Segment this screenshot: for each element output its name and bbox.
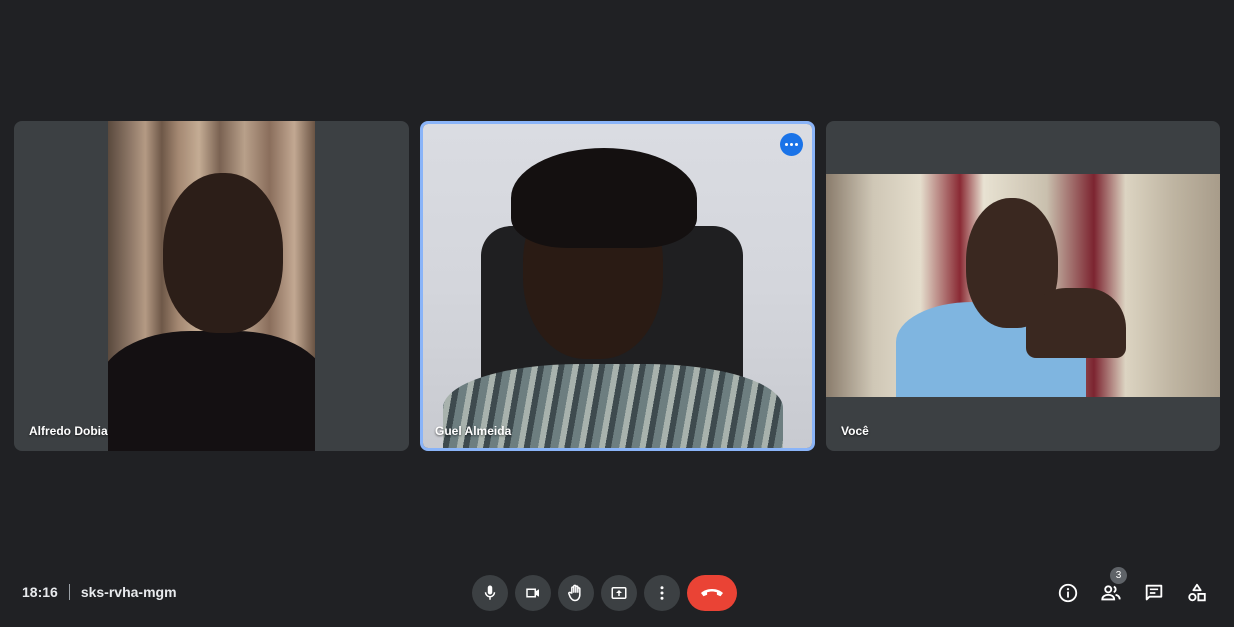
dot-icon [785, 143, 788, 146]
people-icon [1101, 585, 1121, 601]
participant-name: Você [841, 424, 869, 438]
raise-hand-button[interactable] [558, 575, 594, 611]
microphone-button[interactable] [472, 575, 508, 611]
more-options-button[interactable] [644, 575, 680, 611]
participant-name: Alfredo Dobia [29, 424, 108, 438]
meeting-time: 18:16 [22, 584, 58, 600]
hand-icon [568, 584, 581, 602]
chat-button[interactable] [1139, 580, 1169, 606]
tile-more-options-button[interactable] [780, 133, 803, 156]
chat-icon [1145, 584, 1163, 601]
leave-call-button[interactable] [687, 575, 737, 611]
people-button[interactable]: 3 [1096, 567, 1127, 606]
person-torso [108, 331, 315, 451]
participant-count-badge: 3 [1110, 567, 1127, 584]
meeting-code: sks-rvha-mgm [80, 584, 177, 600]
more-vert-icon [660, 586, 664, 600]
participant-video [423, 124, 812, 448]
divider [68, 584, 70, 600]
participant-video [108, 121, 315, 451]
person-arm [1026, 288, 1126, 358]
participant-tile-self[interactable]: Você [826, 121, 1220, 451]
present-screen-button[interactable] [601, 575, 637, 611]
meet-window: Alfredo Dobia Guel Almeida Você 18:16 sk… [0, 0, 1234, 627]
meeting-details-button[interactable] [1053, 580, 1083, 606]
hang-up-icon [701, 589, 723, 597]
person-head [163, 173, 283, 333]
meeting-info: 18:16 sks-rvha-mgm [22, 584, 177, 600]
participant-video [826, 174, 1220, 397]
person-hair [511, 148, 697, 248]
participant-name: Guel Almeida [435, 424, 512, 438]
participant-tile-guel[interactable]: Guel Almeida [420, 121, 815, 451]
dot-icon [795, 143, 798, 146]
activities-button[interactable] [1182, 580, 1212, 606]
dot-icon [790, 143, 793, 146]
participant-tile-alfredo[interactable]: Alfredo Dobia [14, 121, 409, 451]
call-controls [472, 575, 737, 611]
side-controls: 3 [1053, 567, 1212, 606]
present-icon [611, 587, 627, 599]
camera-button[interactable] [515, 575, 551, 611]
camera-icon [526, 588, 539, 598]
activities-icon [1188, 583, 1206, 602]
microphone-icon [484, 585, 496, 600]
info-icon [1058, 583, 1078, 603]
